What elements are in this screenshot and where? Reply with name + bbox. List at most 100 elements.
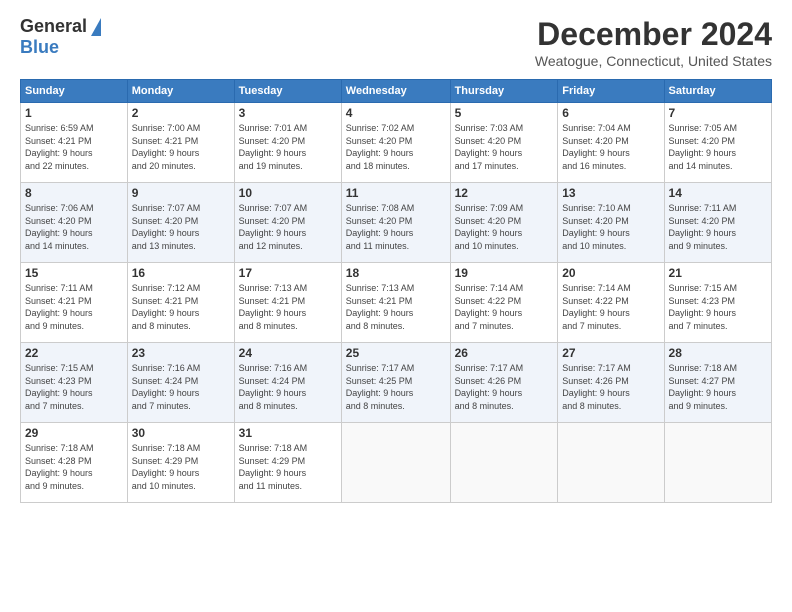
day-info: Sunrise: 7:05 AMSunset: 4:20 PMDaylight:… [669, 122, 767, 172]
calendar-cell: 20Sunrise: 7:14 AMSunset: 4:22 PMDayligh… [558, 263, 664, 343]
day-info: Sunrise: 7:00 AMSunset: 4:21 PMDaylight:… [132, 122, 230, 172]
day-info: Sunrise: 7:15 AMSunset: 4:23 PMDaylight:… [25, 362, 123, 412]
day-info: Sunrise: 7:03 AMSunset: 4:20 PMDaylight:… [455, 122, 554, 172]
day-number: 6 [562, 106, 659, 120]
day-number: 7 [669, 106, 767, 120]
day-number: 10 [239, 186, 337, 200]
day-info: Sunrise: 7:08 AMSunset: 4:20 PMDaylight:… [346, 202, 446, 252]
calendar-cell: 6 Sunrise: 7:04 AMSunset: 4:20 PMDaylight… [558, 103, 664, 183]
day-number: 16 [132, 266, 230, 280]
day-number: 30 [132, 426, 230, 440]
day-number: 9 [132, 186, 230, 200]
calendar-cell: 22 Sunrise: 7:15 AMSunset: 4:23 PMDayligh… [21, 343, 128, 423]
day-number: 17 [239, 266, 337, 280]
calendar-week-row: 15Sunrise: 7:11 AMSunset: 4:21 PMDayligh… [21, 263, 772, 343]
calendar-weekday-monday: Monday [127, 80, 234, 103]
calendar-cell: 7 Sunrise: 7:05 AMSunset: 4:20 PMDaylight… [664, 103, 771, 183]
calendar-cell: 24Sunrise: 7:16 AMSunset: 4:24 PMDayligh… [234, 343, 341, 423]
day-number: 12 [455, 186, 554, 200]
calendar-week-row: 29Sunrise: 7:18 AMSunset: 4:28 PMDayligh… [21, 423, 772, 503]
logo: General Blue [20, 16, 101, 58]
calendar-cell: 25 Sunrise: 7:17 AMSunset: 4:25 PMDayligh… [341, 343, 450, 423]
day-info: Sunrise: 7:13 AMSunset: 4:21 PMDaylight:… [346, 282, 446, 332]
day-info: Sunrise: 7:18 AMSunset: 4:27 PMDaylight:… [669, 362, 767, 412]
calendar-cell: 2 Sunrise: 7:00 AMSunset: 4:21 PMDaylight… [127, 103, 234, 183]
calendar-cell: 4 Sunrise: 7:02 AMSunset: 4:20 PMDaylight… [341, 103, 450, 183]
day-info: Sunrise: 7:18 AMSunset: 4:29 PMDaylight:… [239, 442, 337, 492]
day-number: 13 [562, 186, 659, 200]
day-info: Sunrise: 7:18 AMSunset: 4:29 PMDaylight:… [132, 442, 230, 492]
day-number: 26 [455, 346, 554, 360]
day-info: Sunrise: 7:01 AMSunset: 4:20 PMDaylight:… [239, 122, 337, 172]
day-number: 4 [346, 106, 446, 120]
day-info: Sunrise: 7:16 AMSunset: 4:24 PMDaylight:… [239, 362, 337, 412]
day-number: 18 [346, 266, 446, 280]
day-info: Sunrise: 7:09 AMSunset: 4:20 PMDaylight:… [455, 202, 554, 252]
calendar-cell: 21Sunrise: 7:15 AMSunset: 4:23 PMDayligh… [664, 263, 771, 343]
day-number: 5 [455, 106, 554, 120]
calendar-cell: 15Sunrise: 7:11 AMSunset: 4:21 PMDayligh… [21, 263, 128, 343]
calendar-weekday-wednesday: Wednesday [341, 80, 450, 103]
calendar-cell [341, 423, 450, 503]
calendar-cell: 9 Sunrise: 7:07 AMSunset: 4:20 PMDaylight… [127, 183, 234, 263]
day-info: Sunrise: 7:04 AMSunset: 4:20 PMDaylight:… [562, 122, 659, 172]
day-info: Sunrise: 7:10 AMSunset: 4:20 PMDaylight:… [562, 202, 659, 252]
calendar-cell: 3Sunrise: 7:01 AMSunset: 4:20 PMDaylight… [234, 103, 341, 183]
day-info: Sunrise: 7:07 AMSunset: 4:20 PMDaylight:… [132, 202, 230, 252]
day-info: Sunrise: 7:17 AMSunset: 4:26 PMDaylight:… [562, 362, 659, 412]
day-number: 2 [132, 106, 230, 120]
day-info: Sunrise: 6:59 AMSunset: 4:21 PMDaylight:… [25, 122, 123, 172]
day-info: Sunrise: 7:02 AMSunset: 4:20 PMDaylight:… [346, 122, 446, 172]
calendar-cell [664, 423, 771, 503]
day-number: 1 [25, 106, 123, 120]
calendar-cell: 8 Sunrise: 7:06 AMSunset: 4:20 PMDaylight… [21, 183, 128, 263]
calendar-cell: 18 Sunrise: 7:13 AMSunset: 4:21 PMDayligh… [341, 263, 450, 343]
day-info: Sunrise: 7:07 AMSunset: 4:20 PMDaylight:… [239, 202, 337, 252]
calendar-weekday-tuesday: Tuesday [234, 80, 341, 103]
main-title: December 2024 [535, 16, 772, 53]
day-info: Sunrise: 7:06 AMSunset: 4:20 PMDaylight:… [25, 202, 123, 252]
logo-general-text: General [20, 16, 87, 37]
calendar-cell: 13 Sunrise: 7:10 AMSunset: 4:20 PMDayligh… [558, 183, 664, 263]
calendar-header-row: SundayMondayTuesdayWednesdayThursdayFrid… [21, 80, 772, 103]
calendar-cell [450, 423, 558, 503]
day-number: 25 [346, 346, 446, 360]
logo-triangle-icon [91, 18, 101, 36]
day-info: Sunrise: 7:11 AMSunset: 4:21 PMDaylight:… [25, 282, 123, 332]
calendar-cell: 5 Sunrise: 7:03 AMSunset: 4:20 PMDaylight… [450, 103, 558, 183]
day-info: Sunrise: 7:14 AMSunset: 4:22 PMDaylight:… [455, 282, 554, 332]
day-number: 19 [455, 266, 554, 280]
day-info: Sunrise: 7:11 AMSunset: 4:20 PMDaylight:… [669, 202, 767, 252]
calendar-cell: 1 Sunrise: 6:59 AMSunset: 4:21 PMDaylight… [21, 103, 128, 183]
day-info: Sunrise: 7:12 AMSunset: 4:21 PMDaylight:… [132, 282, 230, 332]
day-number: 20 [562, 266, 659, 280]
calendar-week-row: 8 Sunrise: 7:06 AMSunset: 4:20 PMDaylight… [21, 183, 772, 263]
calendar-cell: 23Sunrise: 7:16 AMSunset: 4:24 PMDayligh… [127, 343, 234, 423]
calendar-weekday-friday: Friday [558, 80, 664, 103]
calendar-weekday-sunday: Sunday [21, 80, 128, 103]
calendar-weekday-thursday: Thursday [450, 80, 558, 103]
page: General Blue December 2024 Weatogue, Con… [0, 0, 792, 612]
calendar-cell [558, 423, 664, 503]
calendar-cell: 14Sunrise: 7:11 AMSunset: 4:20 PMDayligh… [664, 183, 771, 263]
subtitle: Weatogue, Connecticut, United States [535, 53, 772, 69]
calendar-week-row: 1 Sunrise: 6:59 AMSunset: 4:21 PMDaylight… [21, 103, 772, 183]
header: General Blue December 2024 Weatogue, Con… [20, 16, 772, 69]
day-number: 22 [25, 346, 123, 360]
day-number: 27 [562, 346, 659, 360]
title-section: December 2024 Weatogue, Connecticut, Uni… [535, 16, 772, 69]
day-number: 21 [669, 266, 767, 280]
calendar-cell: 19 Sunrise: 7:14 AMSunset: 4:22 PMDayligh… [450, 263, 558, 343]
day-info: Sunrise: 7:17 AMSunset: 4:25 PMDaylight:… [346, 362, 446, 412]
day-info: Sunrise: 7:13 AMSunset: 4:21 PMDaylight:… [239, 282, 337, 332]
calendar-table: SundayMondayTuesdayWednesdayThursdayFrid… [20, 79, 772, 503]
day-number: 29 [25, 426, 123, 440]
day-info: Sunrise: 7:17 AMSunset: 4:26 PMDaylight:… [455, 362, 554, 412]
calendar-cell: 28 Sunrise: 7:18 AMSunset: 4:27 PMDayligh… [664, 343, 771, 423]
logo-blue-text: Blue [20, 37, 59, 58]
day-number: 28 [669, 346, 767, 360]
calendar-week-row: 22 Sunrise: 7:15 AMSunset: 4:23 PMDayligh… [21, 343, 772, 423]
calendar-cell: 10 Sunrise: 7:07 AMSunset: 4:20 PMDayligh… [234, 183, 341, 263]
day-number: 8 [25, 186, 123, 200]
calendar-cell: 29Sunrise: 7:18 AMSunset: 4:28 PMDayligh… [21, 423, 128, 503]
